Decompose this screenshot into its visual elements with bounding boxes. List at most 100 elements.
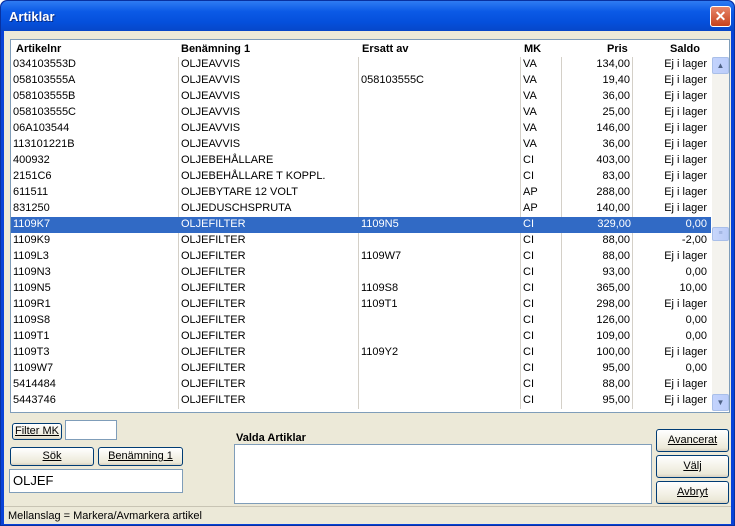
- cell-mk: CI: [521, 329, 562, 345]
- cell-benamning: OLJEBEHÅLLARE: [179, 153, 359, 169]
- cell-benamning: OLJEAVVIS: [179, 105, 359, 121]
- artiklar-window: Artiklar ✕ Artikelnr Benämning 1 Ersatt …: [0, 0, 735, 526]
- cell-saldo: 10,00: [679, 282, 707, 294]
- cell-artikelnr: 058103555C: [13, 105, 179, 121]
- cell-pris: 288,00: [562, 185, 633, 201]
- cell-pris: 134,00: [562, 57, 633, 73]
- table-row[interactable]: 1109S8 OLJEFILTER CI 126,00 0,00: [11, 313, 711, 329]
- scroll-up-icon: ▲: [716, 61, 725, 70]
- cell-ersatt: 1109T1: [359, 297, 521, 313]
- article-grid[interactable]: Artikelnr Benämning 1 Ersatt av MK Pris …: [10, 39, 730, 413]
- cell-mk: VA: [521, 89, 562, 105]
- cell-saldo: Ej i lager: [664, 298, 707, 310]
- cell-ersatt: 1109W7: [359, 249, 521, 265]
- cell-saldo: 0,00: [685, 330, 707, 342]
- filter-mk-input[interactable]: [65, 420, 117, 440]
- cell-saldo: 0,00: [685, 266, 707, 278]
- scroll-up-button[interactable]: ▲: [712, 57, 729, 74]
- table-row[interactable]: 058103555B OLJEAVVIS VA 36,00 Ej i lager: [11, 89, 711, 105]
- cell-ersatt: [359, 265, 521, 281]
- table-row[interactable]: 611511 OLJEBYTARE 12 VOLT AP 288,00 Ej i lag…: [11, 185, 711, 201]
- cell-artikelnr: 5443746: [13, 393, 179, 409]
- filter-mk-label: Filter MK: [15, 425, 59, 437]
- table-row[interactable]: 1109K9 OLJEFILTER CI 88,00 -2,00: [11, 233, 711, 249]
- cell-artikelnr: 1109N5: [13, 281, 179, 297]
- cell-mk: CI: [521, 377, 562, 393]
- cell-mk: CI: [521, 393, 562, 409]
- cell-saldo: Ej i lager: [664, 122, 707, 134]
- table-row[interactable]: 5414484 OLJEFILTER CI 88,00 Ej i lager: [11, 377, 711, 393]
- table-row[interactable]: 400932 OLJEBEHÅLLARE CI 403,00 Ej i lager: [11, 153, 711, 169]
- cell-benamning: OLJEFILTER: [179, 233, 359, 249]
- cell-saldo: -2,00: [681, 234, 707, 246]
- close-button[interactable]: ✕: [710, 6, 731, 27]
- cell-ersatt: [359, 233, 521, 249]
- cell-benamning: OLJEAVVIS: [179, 57, 359, 73]
- table-row[interactable]: 1109N3 OLJEFILTER CI 93,00 0,00: [11, 265, 711, 281]
- cell-saldo: Ej i lager: [664, 154, 707, 166]
- close-icon: ✕: [714, 8, 727, 24]
- cell-ersatt: [359, 137, 521, 153]
- vertical-scrollbar[interactable]: ▲ ≡ ▼: [712, 57, 729, 411]
- cell-mk: VA: [521, 137, 562, 153]
- cell-ersatt: [359, 169, 521, 185]
- cell-ersatt: 1109N5: [361, 218, 399, 230]
- valda-artiklar-list[interactable]: [234, 444, 652, 504]
- cell-benamning: OLJEAVVIS: [179, 89, 359, 105]
- title-bar[interactable]: Artiklar ✕: [1, 1, 734, 31]
- valj-button[interactable]: Välj: [656, 455, 729, 478]
- cell-pris: 109,00: [562, 329, 633, 345]
- cell-pris: 88,00: [562, 249, 633, 265]
- valj-label: Välj: [683, 460, 702, 472]
- table-row[interactable]: 1109L3 OLJEFILTER 1109W7 CI 88,00 Ej i lager: [11, 249, 711, 265]
- table-row[interactable]: 058103555A OLJEAVVIS 058103555C VA 19,40 Ej i…: [11, 73, 711, 89]
- cell-saldo: Ej i lager: [664, 58, 707, 70]
- cell-benamning: OLJEFILTER: [179, 249, 359, 265]
- cell-ersatt: [359, 105, 521, 121]
- cell-pris: 88,00: [562, 233, 633, 249]
- column-header-saldo[interactable]: Saldo: [670, 43, 700, 55]
- filter-mk-button[interactable]: Filter MK: [12, 423, 62, 440]
- column-header-pris[interactable]: Pris: [607, 43, 628, 55]
- cell-mk: CI: [521, 249, 562, 265]
- table-row[interactable]: 113101221B OLJEAVVIS VA 36,00 Ej i lager: [11, 137, 711, 153]
- cell-pris: 93,00: [562, 265, 633, 281]
- table-row[interactable]: 831250 OLJEDUSCHSPRUTA AP 140,00 Ej i lager: [11, 201, 711, 217]
- cell-mk: AP: [521, 201, 562, 217]
- column-header-benamning[interactable]: Benämning 1: [181, 43, 250, 55]
- table-row[interactable]: 1109T1 OLJEFILTER CI 109,00 0,00: [11, 329, 711, 345]
- table-row[interactable]: 1109R1 OLJEFILTER 1109T1 CI 298,00 Ej i lager: [11, 297, 711, 313]
- table-row[interactable]: 1109W7 OLJEFILTER CI 95,00 0,00: [11, 361, 711, 377]
- search-input[interactable]: OLJEF: [9, 469, 183, 493]
- table-row[interactable]: 1109K7 OLJEFILTER 1109N5 CI 329,00 0,00: [11, 217, 711, 233]
- cell-artikelnr: 611511: [13, 185, 179, 201]
- cell-pris: 36,00: [562, 89, 633, 105]
- cell-mk: VA: [521, 57, 562, 73]
- cell-ersatt: [359, 89, 521, 105]
- table-row[interactable]: 5443746 OLJEFILTER CI 95,00 Ej i lager: [11, 393, 711, 409]
- cell-saldo: Ej i lager: [664, 106, 707, 118]
- cell-benamning: OLJEAVVIS: [179, 137, 359, 153]
- cell-artikelnr: 1109T1: [13, 329, 179, 345]
- cell-benamning: OLJEFILTER: [179, 361, 359, 377]
- table-row[interactable]: 2151C6 OLJEBEHÅLLARE T KOPPL. CI 83,00 Ej i …: [11, 169, 711, 185]
- avbryt-button[interactable]: Avbryt: [656, 481, 729, 504]
- table-row[interactable]: 1109N5 OLJEFILTER 1109S8 CI 365,00 10,00: [11, 281, 711, 297]
- benamning-button[interactable]: Benämning 1: [98, 447, 183, 466]
- cell-benamning: OLJEFILTER: [181, 218, 246, 230]
- scroll-thumb[interactable]: ≡: [712, 227, 729, 241]
- column-header-ersatt[interactable]: Ersatt av: [362, 43, 408, 55]
- table-row[interactable]: 034103553D OLJEAVVIS VA 134,00 Ej i lager: [11, 57, 711, 73]
- status-text: Mellanslag = Markera/Avmarkera artikel: [8, 510, 202, 522]
- cell-mk: CI: [521, 169, 562, 185]
- sok-button[interactable]: Sök: [10, 447, 94, 466]
- cell-artikelnr: 1109S8: [13, 313, 179, 329]
- table-row[interactable]: 058103555C OLJEAVVIS VA 25,00 Ej i lager: [11, 105, 711, 121]
- column-header-artikelnr[interactable]: Artikelnr: [16, 43, 61, 55]
- column-header-mk[interactable]: MK: [524, 43, 541, 55]
- avancerat-button[interactable]: Avancerat: [656, 429, 729, 452]
- scroll-down-button[interactable]: ▼: [712, 394, 729, 411]
- table-row[interactable]: 06A103544 OLJEAVVIS VA 146,00 Ej i lager: [11, 121, 711, 137]
- cell-mk: CI: [521, 313, 562, 329]
- table-row[interactable]: 1109T3 OLJEFILTER 1109Y2 CI 100,00 Ej i lager: [11, 345, 711, 361]
